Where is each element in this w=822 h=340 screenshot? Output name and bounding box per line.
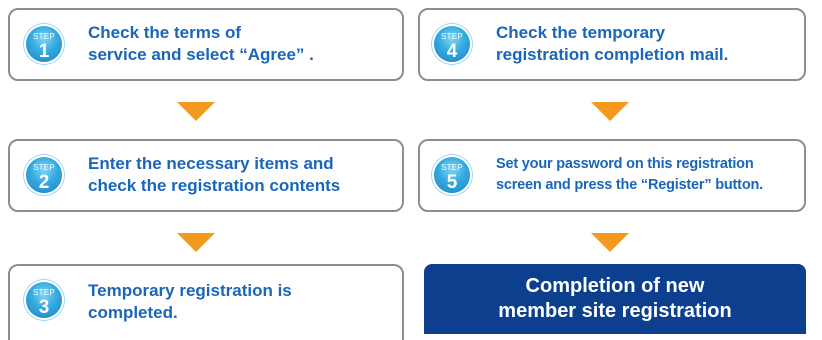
- step-number: 3: [38, 297, 50, 318]
- step-4-badge: STEP 4: [432, 24, 472, 64]
- step-3-text: Temporary registration is completed.: [88, 281, 292, 322]
- step-number: 1: [38, 41, 50, 62]
- down-arrow-icon: [591, 233, 629, 252]
- step-2-badge: STEP 2: [24, 155, 64, 195]
- step-badge-label: STEP: [32, 32, 56, 41]
- completion-box: Completion of new member site registrati…: [424, 264, 806, 334]
- step-number: 5: [446, 172, 458, 193]
- step-1-badge: STEP 1: [24, 24, 64, 64]
- step-badge-label: STEP: [440, 32, 464, 41]
- step-2-text: Enter the necessary items and check the …: [88, 154, 341, 195]
- step-3-badge: STEP 3: [24, 280, 64, 320]
- step-number: 4: [446, 41, 458, 62]
- step-5-text: Set your password on this registration s…: [496, 156, 763, 193]
- down-arrow-icon: [177, 102, 215, 121]
- step-5-badge: STEP 5: [432, 155, 472, 195]
- step-1-box: STEP 1 Check the terms of service and se…: [8, 8, 404, 81]
- step-3-box: STEP 3 Temporary registration is complet…: [8, 264, 404, 340]
- step-2-box: STEP 2 Enter the necessary items and che…: [8, 139, 404, 212]
- down-arrow-icon: [591, 102, 629, 121]
- step-4-box: STEP 4 Check the temporary registration …: [418, 8, 806, 81]
- step-number: 2: [38, 172, 50, 193]
- step-badge-label: STEP: [440, 163, 464, 172]
- step-5-box: STEP 5 Set your password on this registr…: [418, 139, 806, 212]
- step-1-text: Check the terms of service and select “A…: [88, 23, 314, 64]
- step-badge-label: STEP: [32, 288, 56, 297]
- step-badge-label: STEP: [32, 163, 56, 172]
- step-4-text: Check the temporary registration complet…: [496, 23, 729, 64]
- down-arrow-icon: [177, 233, 215, 252]
